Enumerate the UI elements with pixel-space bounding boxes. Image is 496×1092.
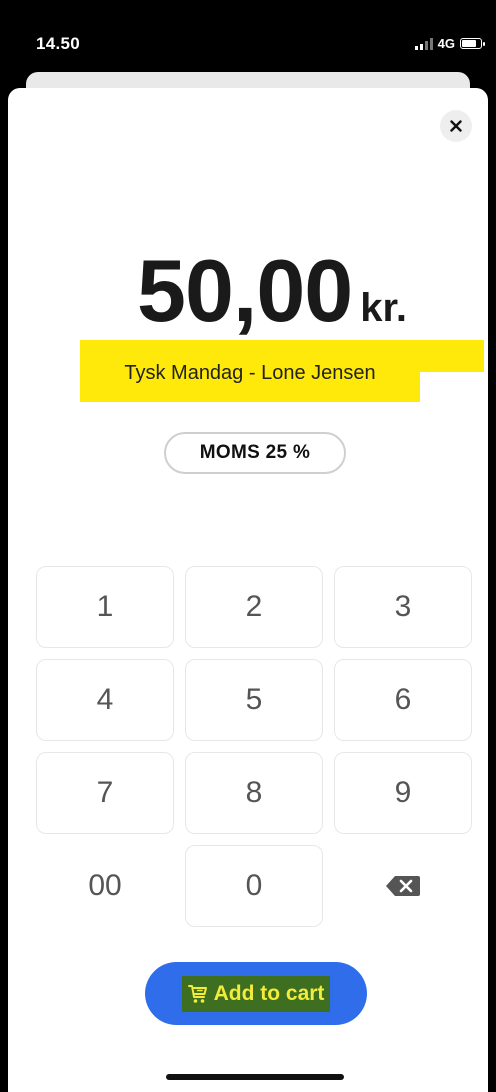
key-4[interactable]: 4 xyxy=(36,659,174,741)
cart-icon xyxy=(187,984,207,1003)
add-to-cart-label: Add to cart xyxy=(213,981,325,1005)
signal-icon xyxy=(414,37,433,50)
key-5[interactable]: 5 xyxy=(185,659,323,741)
key-7[interactable]: 7 xyxy=(36,752,174,834)
status-time: 14.50 xyxy=(36,34,81,53)
status-indicators: 4G xyxy=(414,36,485,51)
backspace-icon xyxy=(386,876,420,896)
network-type: 4G xyxy=(437,36,455,51)
key-9[interactable]: 9 xyxy=(334,752,472,834)
add-to-cart-button[interactable]: Add to cart xyxy=(145,962,367,1025)
battery-icon xyxy=(460,38,485,49)
vat-badge[interactable]: MOMS 25 % xyxy=(164,432,346,474)
key-00[interactable]: 00 xyxy=(36,845,174,927)
key-6[interactable]: 6 xyxy=(334,659,472,741)
close-button[interactable] xyxy=(440,110,472,142)
key-1[interactable]: 1 xyxy=(36,566,174,648)
add-to-cart-highlight: Add to cart xyxy=(181,975,331,1012)
key-3[interactable]: 3 xyxy=(334,566,472,648)
close-icon xyxy=(450,120,462,132)
key-2[interactable]: 2 xyxy=(185,566,323,648)
status-bar: 14.50 4G xyxy=(0,0,496,80)
key-0[interactable]: 0 xyxy=(185,845,323,927)
home-indicator xyxy=(166,1074,344,1080)
amount-value: 50,00 xyxy=(137,241,353,340)
product-name: Tysk Mandag - Lone Jensen xyxy=(124,362,376,384)
amount-currency: kr. xyxy=(360,286,407,330)
key-8[interactable]: 8 xyxy=(185,752,323,834)
amount-display: 50,00 kr. xyxy=(0,240,496,342)
backspace-button[interactable] xyxy=(334,845,472,927)
numeric-keypad: 1 2 3 4 5 6 7 8 9 00 0 xyxy=(36,566,474,927)
